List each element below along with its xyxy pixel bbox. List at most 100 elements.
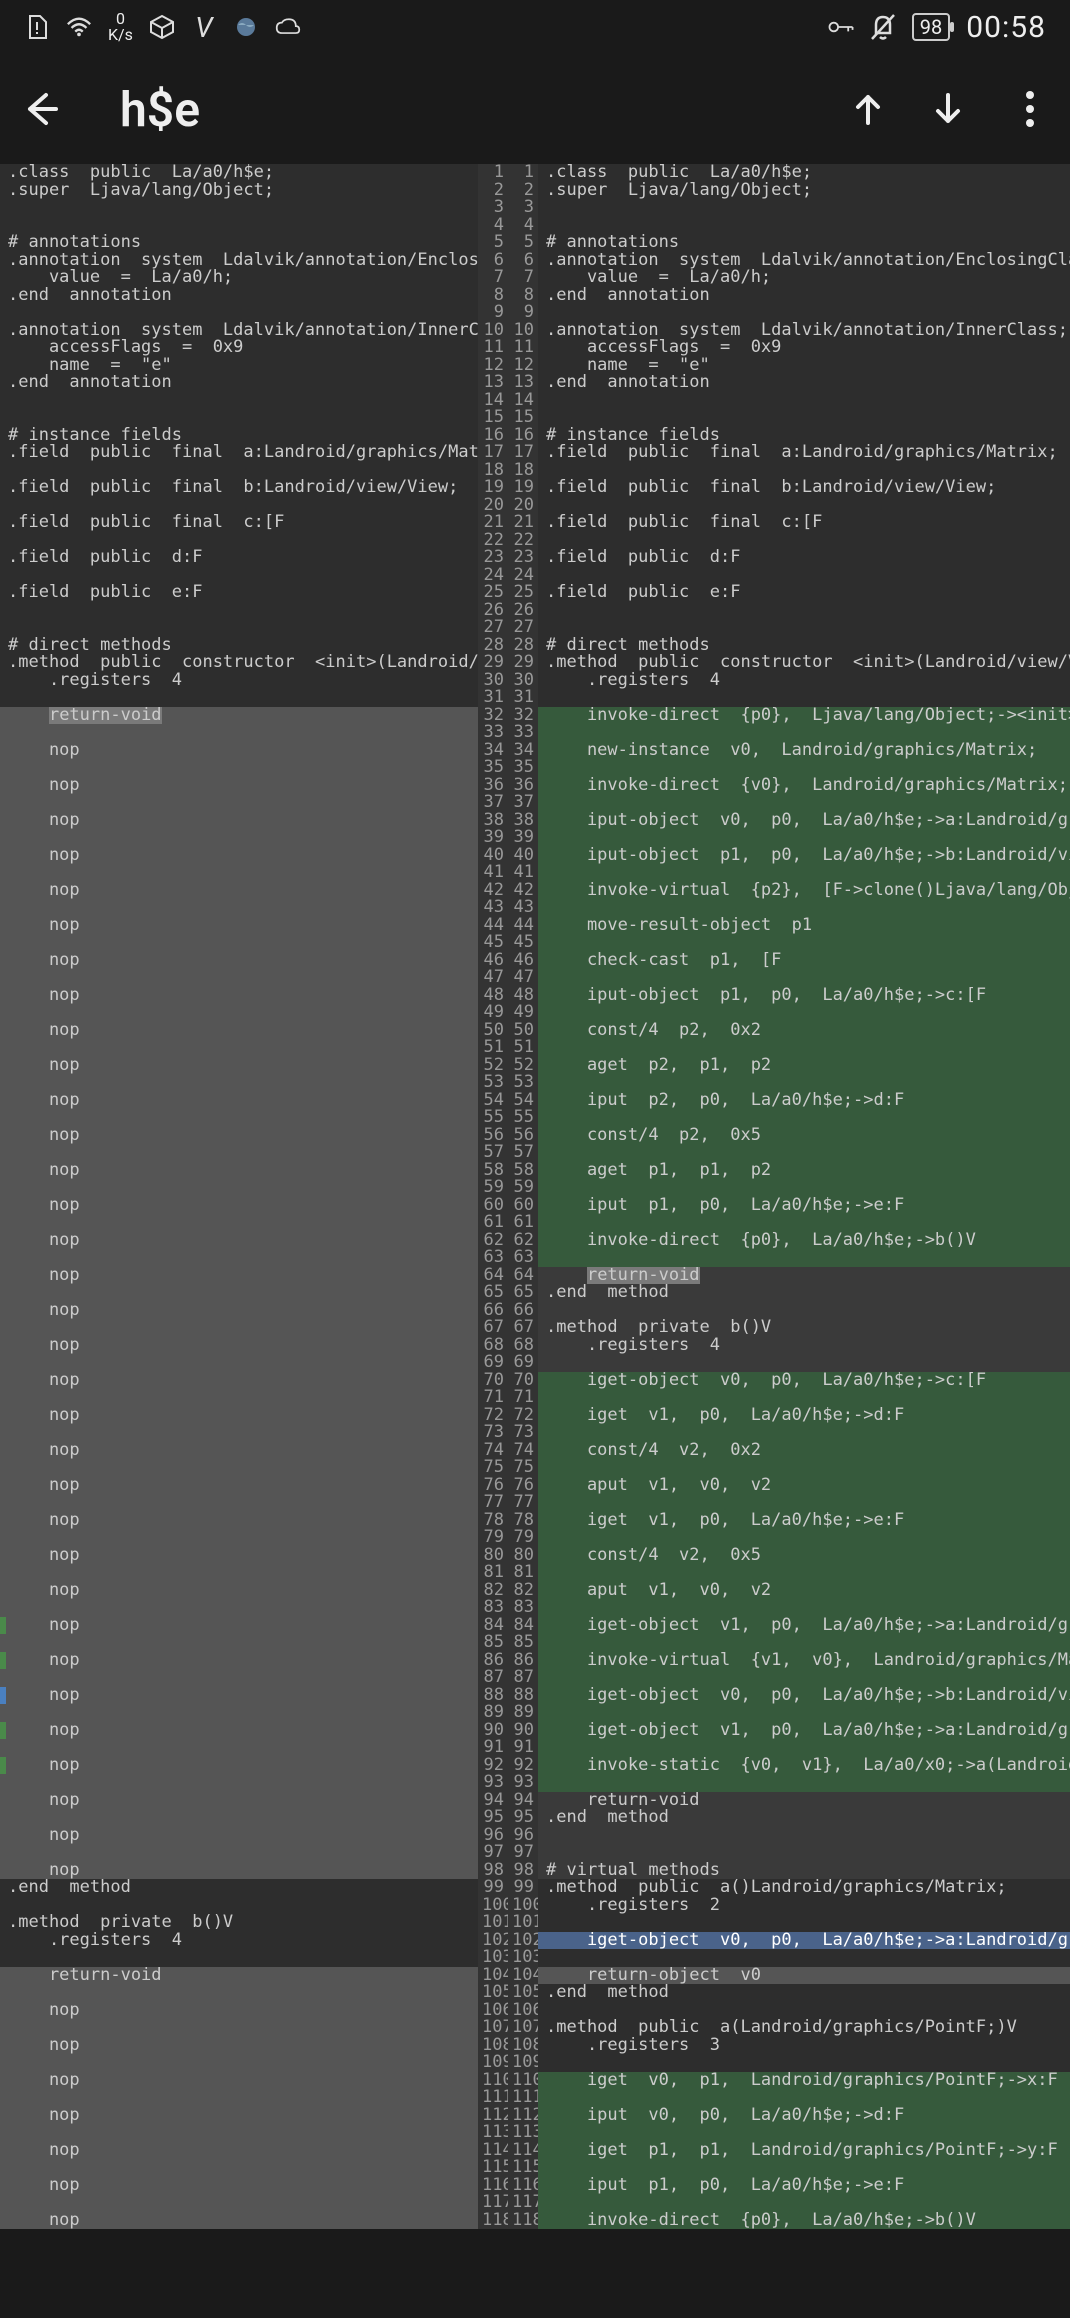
right-code-line[interactable]	[538, 409, 1070, 427]
right-code-line[interactable]	[538, 1214, 1070, 1232]
right-code-line[interactable]: .end annotation	[538, 374, 1070, 392]
left-code-line[interactable]: nop	[0, 2072, 478, 2090]
prev-diff-button[interactable]	[850, 91, 910, 127]
left-code-line[interactable]	[0, 462, 478, 480]
left-code-line[interactable]: nop	[0, 1477, 478, 1495]
right-code-line[interactable]: return-void	[538, 1267, 1070, 1285]
left-code-line[interactable]	[0, 1249, 478, 1267]
left-code-line[interactable]	[0, 794, 478, 812]
right-code-line[interactable]	[538, 1669, 1070, 1687]
left-code-line[interactable]: nop	[0, 1372, 478, 1390]
right-code-line[interactable]: # instance fields	[538, 427, 1070, 445]
left-code-line[interactable]	[0, 934, 478, 952]
right-code-line[interactable]: iput p1, p0, La/a0/h$e;->e:F	[538, 2177, 1070, 2195]
right-code-line[interactable]: .registers 4	[538, 672, 1070, 690]
right-code-line[interactable]: .end method	[538, 1809, 1070, 1827]
left-code-line[interactable]: name = "e"	[0, 357, 478, 375]
left-code-line[interactable]	[0, 304, 478, 322]
right-code-line[interactable]	[538, 1739, 1070, 1757]
left-code-line[interactable]	[0, 1424, 478, 1442]
left-code-line[interactable]	[0, 392, 478, 410]
right-code-line[interactable]	[538, 1564, 1070, 1582]
right-code-line[interactable]: .registers 3	[538, 2037, 1070, 2055]
right-code-line[interactable]	[538, 602, 1070, 620]
left-code-line[interactable]	[0, 1179, 478, 1197]
left-code-line[interactable]	[0, 1984, 478, 2002]
right-code-line[interactable]: invoke-direct {p0}, La/a0/h$e;->b()V	[538, 2212, 1070, 2230]
right-code-line[interactable]	[538, 724, 1070, 742]
left-code-line[interactable]: nop	[0, 987, 478, 1005]
right-code-line[interactable]: const/4 v2, 0x2	[538, 1442, 1070, 1460]
left-code-line[interactable]	[0, 2194, 478, 2212]
left-code-line[interactable]	[0, 1669, 478, 1687]
left-code-line[interactable]: nop	[0, 1162, 478, 1180]
right-code-line[interactable]: .field public final c:[F	[538, 514, 1070, 532]
right-code-line[interactable]	[538, 2194, 1070, 2212]
left-code-line[interactable]	[0, 2019, 478, 2037]
left-code-line[interactable]	[0, 1109, 478, 1127]
right-code-line[interactable]: iget-object v1, p0, La/a0/h$e;->a:Landro…	[538, 1722, 1070, 1740]
left-code-line[interactable]	[0, 1704, 478, 1722]
right-code-line[interactable]	[538, 1179, 1070, 1197]
right-code-line[interactable]	[538, 794, 1070, 812]
right-code-line[interactable]: .annotation system Ldalvik/annotation/En…	[538, 252, 1070, 270]
left-code-line[interactable]: # direct methods	[0, 637, 478, 655]
right-code-line[interactable]: iput p2, p0, La/a0/h$e;->d:F	[538, 1092, 1070, 1110]
right-code-line[interactable]	[538, 2089, 1070, 2107]
right-code-line[interactable]	[538, 1354, 1070, 1372]
left-code-line[interactable]	[0, 759, 478, 777]
right-code-line[interactable]	[538, 1529, 1070, 1547]
right-code-line[interactable]	[538, 462, 1070, 480]
right-code-line[interactable]: iput v0, p0, La/a0/h$e;->d:F	[538, 2107, 1070, 2125]
right-code-line[interactable]	[538, 934, 1070, 952]
right-code-line[interactable]	[538, 759, 1070, 777]
left-code-line[interactable]	[0, 619, 478, 637]
left-code-line[interactable]: .super Ljava/lang/Object;	[0, 182, 478, 200]
right-code-line[interactable]: iput p1, p0, La/a0/h$e;->e:F	[538, 1197, 1070, 1215]
right-code-line[interactable]	[538, 497, 1070, 515]
left-code-line[interactable]	[0, 1004, 478, 1022]
right-code-line[interactable]: return-void	[538, 1792, 1070, 1810]
right-code-line[interactable]	[538, 304, 1070, 322]
left-code-line[interactable]	[0, 1897, 478, 1915]
right-code-line[interactable]	[538, 1704, 1070, 1722]
right-code-line[interactable]	[538, 567, 1070, 585]
right-code-line[interactable]	[538, 2054, 1070, 2072]
right-code-line[interactable]	[538, 1914, 1070, 1932]
right-code-line[interactable]: iget v0, p1, Landroid/graphics/PointF;->…	[538, 2072, 1070, 2090]
right-code-line[interactable]: const/4 p2, 0x2	[538, 1022, 1070, 1040]
right-code-line[interactable]: # annotations	[538, 234, 1070, 252]
right-code-line[interactable]: .field public e:F	[538, 584, 1070, 602]
left-code-line[interactable]	[0, 409, 478, 427]
left-code-line[interactable]: .method public constructor <init>(Landro…	[0, 654, 478, 672]
right-code-line[interactable]	[538, 2159, 1070, 2177]
right-code-line[interactable]: const/4 v2, 0x5	[538, 1547, 1070, 1565]
left-code-line[interactable]	[0, 532, 478, 550]
left-code-line[interactable]: .method private b()V	[0, 1914, 478, 1932]
left-code-line[interactable]	[0, 1319, 478, 1337]
left-code-line[interactable]	[0, 1844, 478, 1862]
right-code-line[interactable]	[538, 1039, 1070, 1057]
left-code-line[interactable]	[0, 724, 478, 742]
right-code-line[interactable]: aget p1, p1, p2	[538, 1162, 1070, 1180]
left-code-line[interactable]: .registers 4	[0, 1932, 478, 1950]
right-code-line[interactable]	[538, 1459, 1070, 1477]
left-code-line[interactable]	[0, 199, 478, 217]
left-code-line[interactable]: nop	[0, 1407, 478, 1425]
right-code-line[interactable]	[538, 1004, 1070, 1022]
diff-view[interactable]: .class public La/a0/h$e;.super Ljava/lan…	[0, 164, 1070, 2229]
left-code-line[interactable]	[0, 2124, 478, 2142]
right-code-line[interactable]	[538, 1949, 1070, 1967]
right-code-line[interactable]	[538, 532, 1070, 550]
right-code-line[interactable]: .field public final b:Landroid/view/View…	[538, 479, 1070, 497]
left-code-line[interactable]: nop	[0, 882, 478, 900]
left-code-line[interactable]: nop	[0, 1022, 478, 1040]
right-code-line[interactable]: invoke-static {v0, v1}, La/a0/x0;->a(Lan…	[538, 1757, 1070, 1775]
left-code-line[interactable]: .registers 4	[0, 672, 478, 690]
left-code-line[interactable]	[0, 497, 478, 515]
right-code-line[interactable]: invoke-direct {p0}, La/a0/h$e;->b()V	[538, 1232, 1070, 1250]
right-code-line[interactable]: iget-object v0, p0, La/a0/h$e;->b:Landro…	[538, 1687, 1070, 1705]
right-code-line[interactable]	[538, 1074, 1070, 1092]
left-code-line[interactable]	[0, 1564, 478, 1582]
left-code-line[interactable]: .field public e:F	[0, 584, 478, 602]
